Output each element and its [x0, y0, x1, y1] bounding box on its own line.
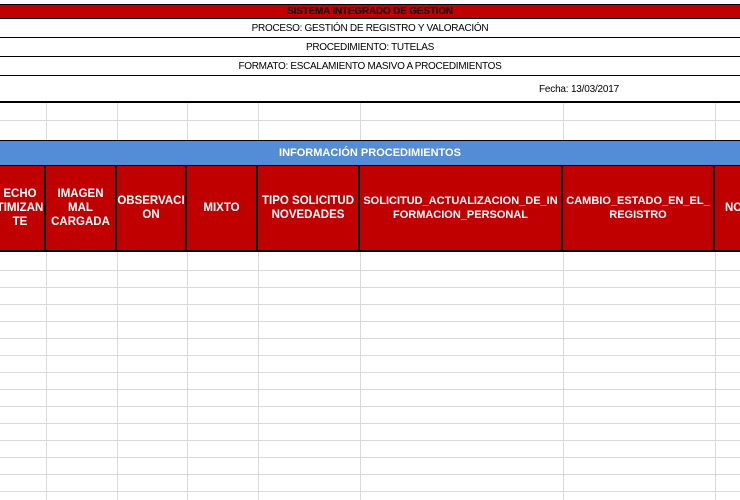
column-header-label: CAMBIO_ESTADO_EN_EL_ REGISTRO [566, 195, 710, 221]
column-header-label: OBSERVACI ON [117, 195, 185, 221]
system-title-cell[interactable]: SISTEMA INTEGRADO DE GESTION [0, 4, 740, 19]
grid-row-line [0, 389, 740, 390]
grid-row-line [0, 355, 740, 356]
column-header-label: MIXTO [203, 202, 240, 214]
column-header-no[interactable]: NO [715, 166, 740, 250]
column-header-label: ECHO TIMIZAN TE [0, 188, 44, 228]
section-header-informacion-procedimientos[interactable]: INFORMACIÓN PROCEDIMIENTOS [0, 140, 740, 166]
column-header-observacion[interactable]: OBSERVACI ON [117, 166, 187, 250]
grid-row-line [0, 457, 740, 458]
date-row: Fecha: 13/03/2017 [0, 76, 740, 103]
column-header-tipo-solicitud-novedades[interactable]: TIPO SOLICITUD NOVEDADES [258, 166, 360, 250]
column-header-solicitud-actualizacion[interactable]: SOLICITUD_ACTUALIZACION_DE_IN FORMACION_… [360, 166, 563, 250]
column-header-label: TIPO SOLICITUD NOVEDADES [262, 195, 354, 221]
grid-row-line [0, 440, 740, 441]
date-cell[interactable]: Fecha: 13/03/2017 [539, 84, 619, 95]
grid-row-line [0, 304, 740, 305]
grid-row-line [0, 423, 740, 424]
grid-row-line [0, 406, 740, 407]
column-header-cambio-estado[interactable]: CAMBIO_ESTADO_EN_EL_ REGISTRO [563, 166, 715, 250]
column-header-imagen-mal-cargada[interactable]: IMAGEN MAL CARGADA [46, 166, 117, 250]
grid-row-line [0, 270, 740, 271]
grid-row-line [0, 338, 740, 339]
format-cell[interactable]: FORMATO: ESCALAMIENTO MASIVO A PROCEDIMI… [0, 58, 740, 76]
spreadsheet-sheet[interactable]: SISTEMA INTEGRADO DE GESTION PROCESO: GE… [0, 0, 740, 500]
process-cell[interactable]: PROCESO: GESTIÓN DE REGISTRO Y VALORACIÓ… [0, 20, 740, 38]
column-header-label: SOLICITUD_ACTUALIZACION_DE_IN FORMACION_… [363, 195, 558, 221]
grid-row-line [0, 120, 740, 121]
grid-row-line [0, 474, 740, 475]
grid-row-line [0, 491, 740, 492]
column-header-echo-timizante[interactable]: ECHO TIMIZAN TE [0, 166, 46, 250]
column-header-label: NO [725, 202, 740, 214]
column-header-mixto[interactable]: MIXTO [187, 166, 258, 250]
grid-row-line [0, 321, 740, 322]
grid-row-line [0, 372, 740, 373]
column-header-row: ECHO TIMIZAN TE IMAGEN MAL CARGADA OBSER… [0, 166, 740, 252]
grid-row-line [0, 287, 740, 288]
procedure-cell[interactable]: PROCEDIMIENTO: TUTELAS [0, 39, 740, 57]
column-header-label: IMAGEN MAL CARGADA [51, 188, 110, 228]
